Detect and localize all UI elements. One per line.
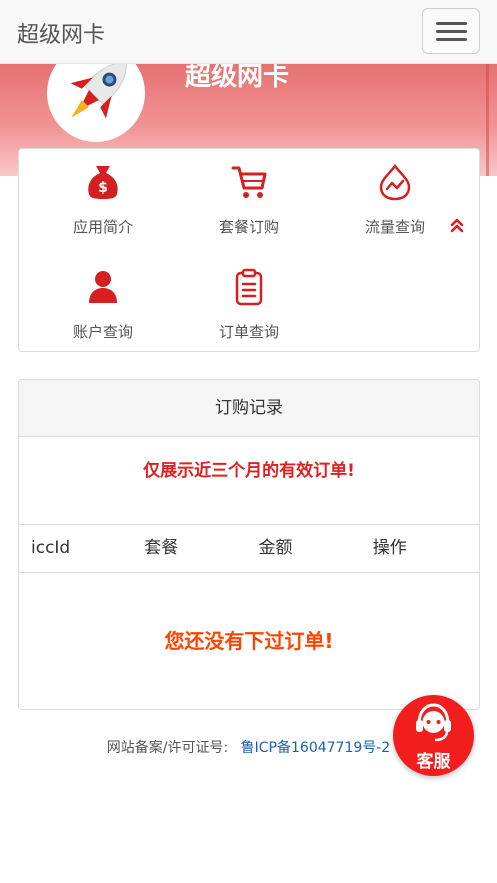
column-header-iccid: iccId (31, 538, 71, 558)
menu-item-label: 订单查询 (218, 323, 279, 341)
menu-item-traffic-query[interactable]: 流量查询 (325, 162, 465, 237)
money-bag-icon: $ (88, 166, 118, 199)
shopping-cart-icon (231, 166, 267, 198)
user-icon (89, 271, 117, 303)
customer-service-label: 客服 (416, 752, 451, 772)
empty-message: 您还没有下过订单! (164, 629, 334, 653)
menu-item-label: 套餐订购 (218, 218, 279, 236)
customer-service-button[interactable]: 客服 (393, 695, 474, 776)
brand-title[interactable]: 超级网卡 (17, 17, 105, 49)
svg-text:$: $ (98, 180, 108, 196)
footer-label: 网站备案/许可证号: (106, 740, 229, 756)
icp-link[interactable]: 鲁ICP备16047719号-2 (241, 740, 391, 756)
menu-toggle-button[interactable] (422, 8, 480, 54)
menu-item-label: 应用简介 (72, 218, 133, 236)
table-header: iccId 套餐 金额 操作 (19, 524, 479, 573)
navbar: 超级网卡 (0, 0, 497, 64)
menu-item-label: 流量查询 (364, 218, 425, 236)
menu-item-order-query[interactable]: 订单查询 (179, 267, 319, 342)
column-header-amount: 金额 (258, 538, 293, 558)
scrollbar (486, 64, 489, 176)
column-header-package: 套餐 (144, 538, 179, 558)
menu-item-app-intro[interactable]: $ 应用简介 (33, 162, 173, 237)
water-drop-icon (379, 163, 411, 201)
hamburger-icon (436, 22, 467, 25)
panel-heading: 订购记录 (19, 380, 479, 437)
menu-item-package-order[interactable]: 套餐订购 (179, 162, 319, 237)
order-record-panel: 订购记录 仅展示近三个月的有效订单! iccId 套餐 金额 操作 您还没有下过… (18, 379, 480, 710)
clipboard-icon (235, 268, 263, 306)
function-menu: $ 应用简介 套餐订购 流量查询 账户查询 订单查询 (18, 148, 480, 352)
hamburger-icon (436, 38, 467, 41)
headset-icon (416, 703, 451, 742)
order-notice: 仅展示近三个月的有效订单! (143, 461, 355, 481)
double-chevron-up-icon[interactable] (449, 217, 465, 233)
menu-item-account-query[interactable]: 账户查询 (33, 267, 173, 342)
menu-item-label: 账户查询 (72, 323, 133, 341)
hamburger-icon (436, 30, 467, 33)
column-header-action: 操作 (372, 538, 407, 558)
